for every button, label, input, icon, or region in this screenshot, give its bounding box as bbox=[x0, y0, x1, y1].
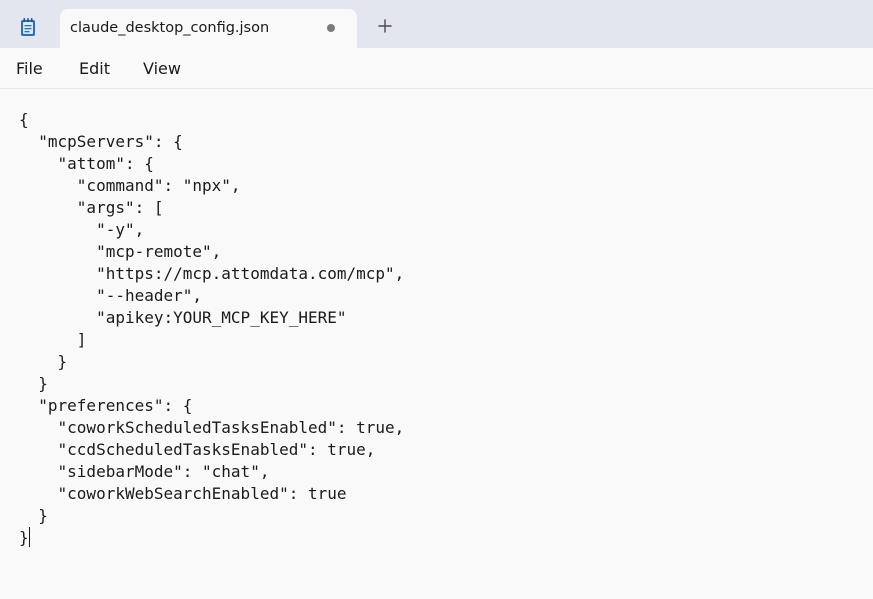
editor-text: { "mcpServers": { "attom": { "command": … bbox=[19, 110, 405, 547]
editor-content[interactable]: { "mcpServers": { "attom": { "command": … bbox=[19, 109, 404, 549]
menu-view[interactable]: View bbox=[143, 59, 181, 78]
tab-claude-desktop-config[interactable]: claude_desktop_config.json bbox=[60, 9, 357, 48]
menu-edit[interactable]: Edit bbox=[79, 59, 110, 78]
menu-bar: File Edit View bbox=[0, 48, 873, 89]
title-bar: claude_desktop_config.json bbox=[0, 0, 873, 48]
text-editor[interactable]: { "mcpServers": { "attom": { "command": … bbox=[0, 89, 873, 599]
menu-file[interactable]: File bbox=[16, 59, 43, 78]
plus-icon bbox=[378, 18, 392, 37]
tab-title: claude_desktop_config.json bbox=[70, 20, 270, 36]
new-tab-button[interactable] bbox=[372, 14, 398, 40]
text-caret bbox=[28, 527, 30, 547]
unsaved-dot-icon[interactable] bbox=[327, 24, 335, 32]
notepad-icon bbox=[18, 17, 38, 37]
